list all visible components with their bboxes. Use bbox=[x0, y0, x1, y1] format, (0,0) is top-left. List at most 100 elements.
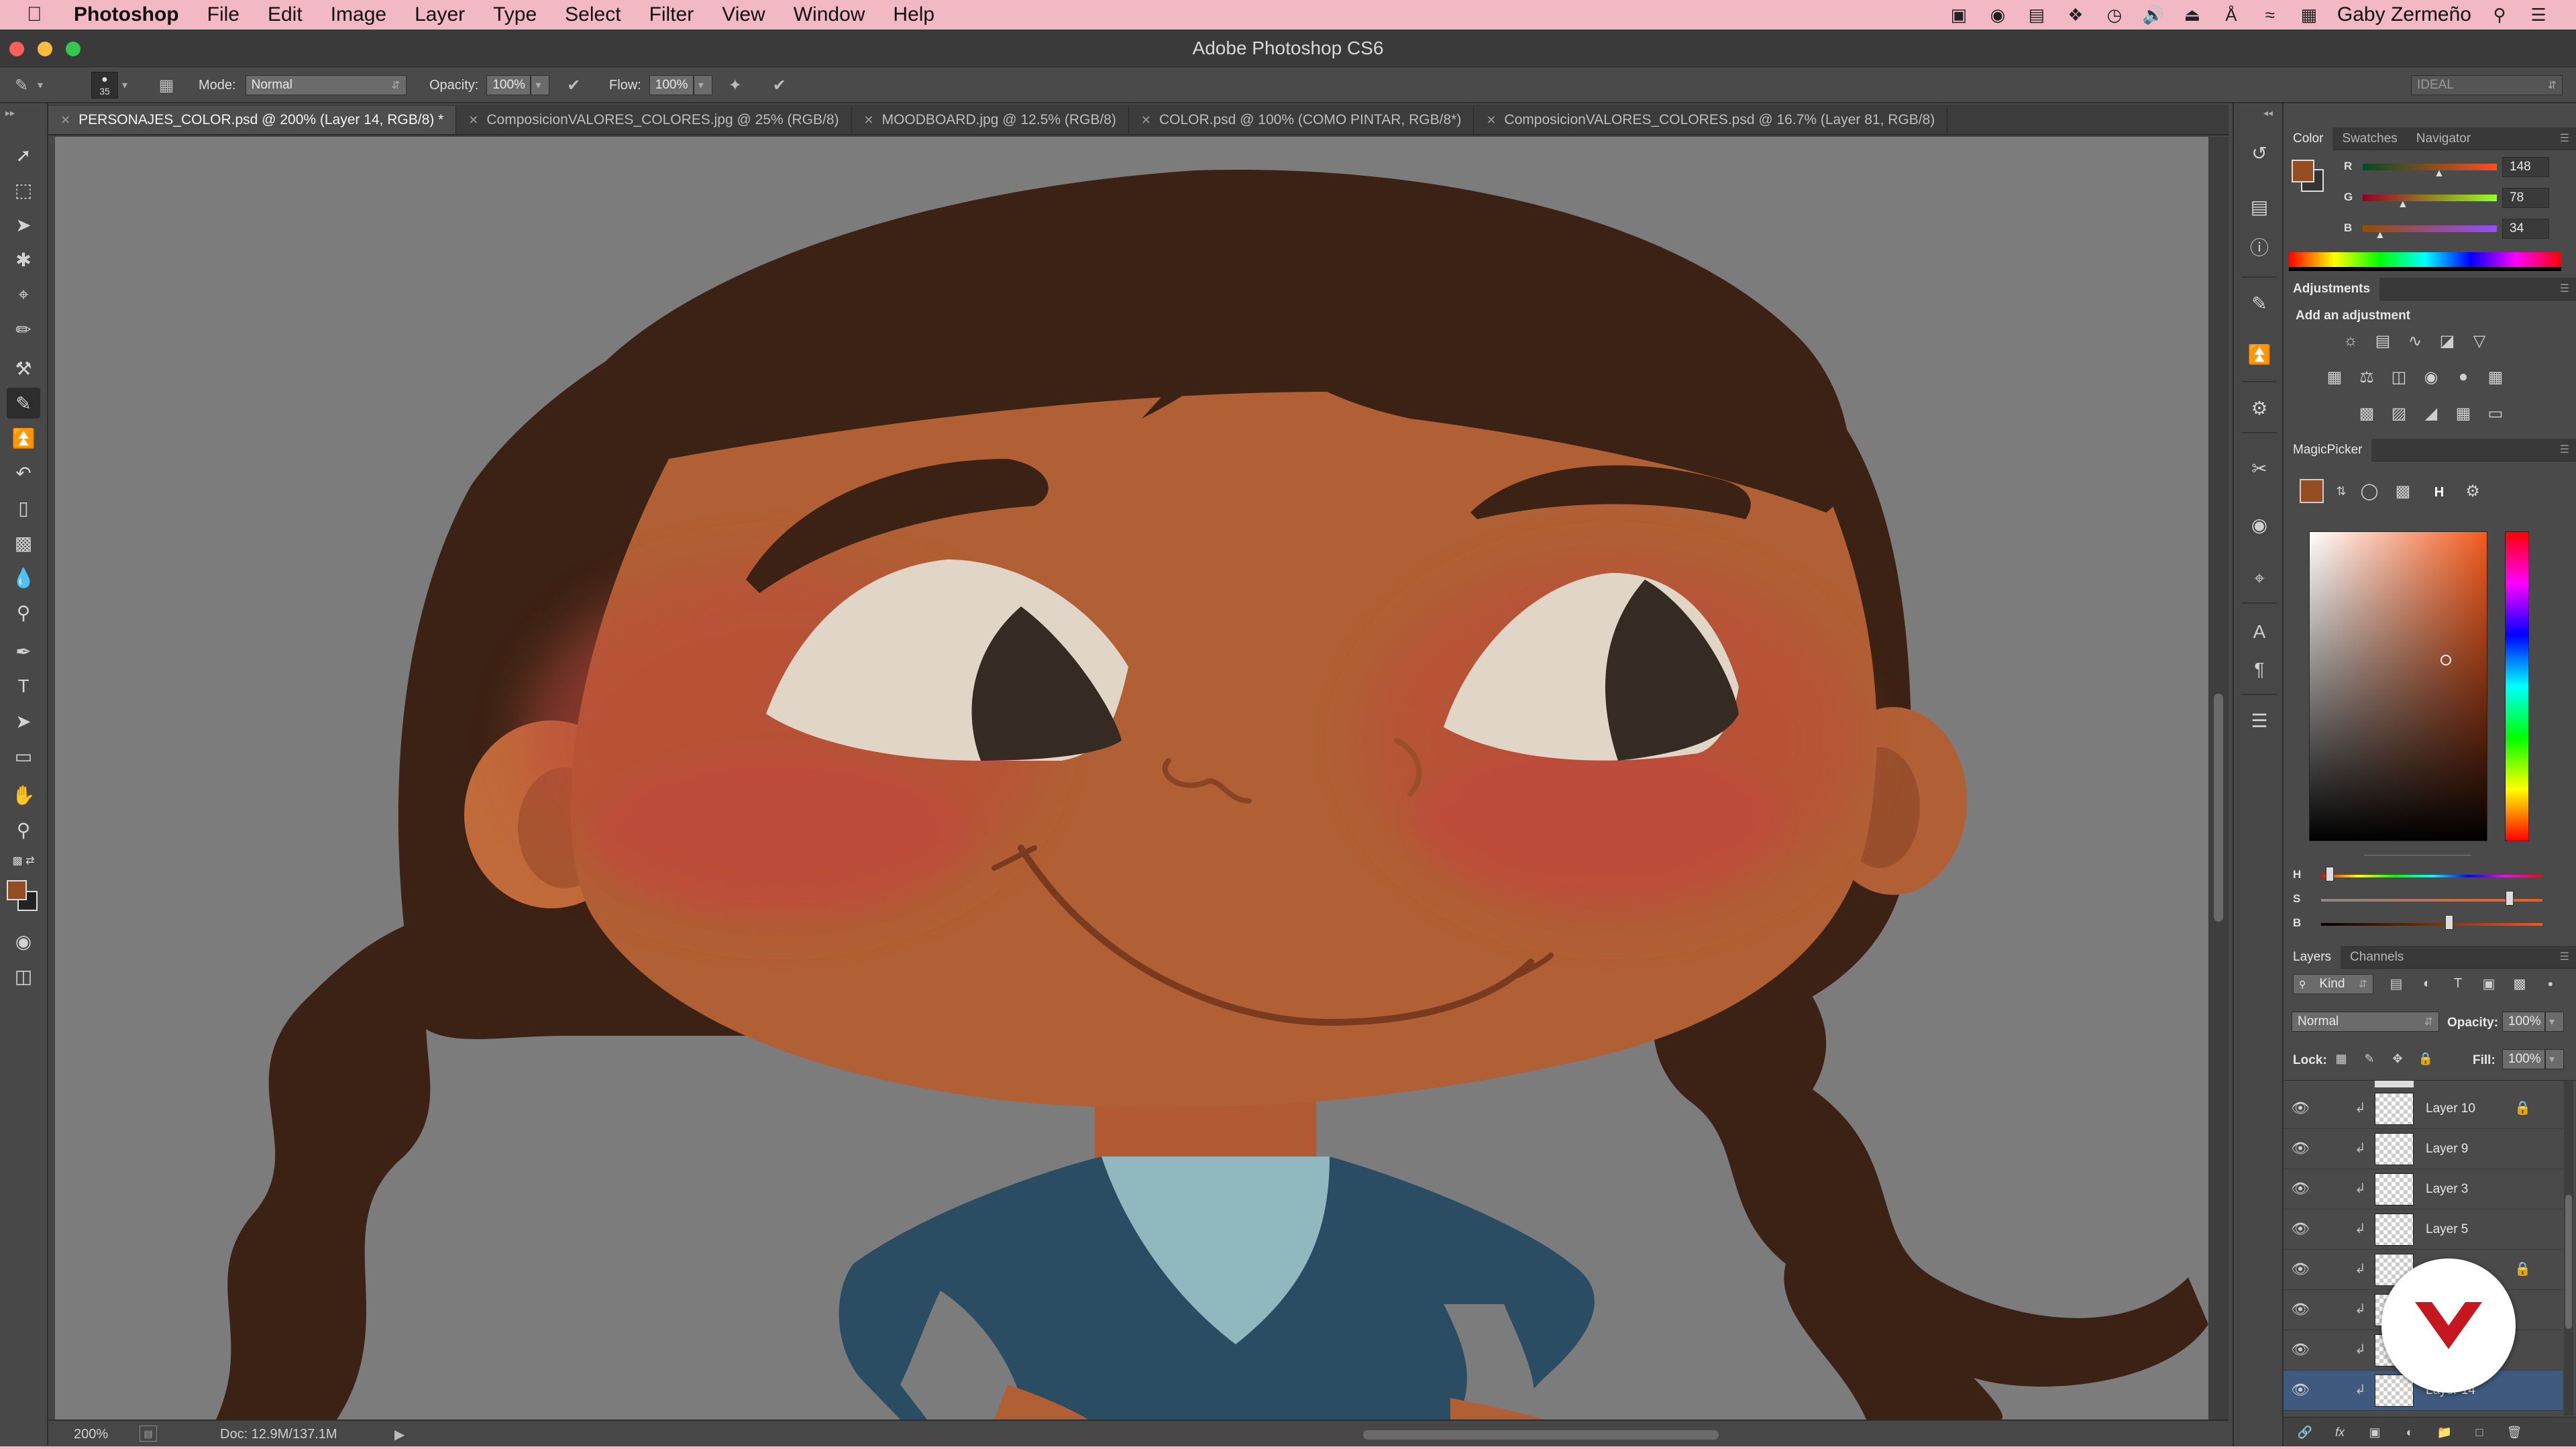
mode-select[interactable]: Normal ⇵ bbox=[245, 75, 407, 95]
hand-tool-icon[interactable]: ✋ bbox=[7, 780, 40, 810]
visibility-eye-icon[interactable]: 👁 bbox=[2290, 1099, 2310, 1118]
exposure-icon[interactable]: ◪ bbox=[2435, 329, 2459, 353]
calendar-icon[interactable]: ▦ bbox=[2298, 5, 2320, 25]
panel-menu-icon[interactable]: ☰ bbox=[2560, 443, 2569, 456]
color-wheel-icon[interactable]: ◯ bbox=[2357, 479, 2381, 503]
airbrush-icon[interactable]: ✦ bbox=[723, 73, 747, 97]
menu-view[interactable]: View bbox=[722, 3, 765, 26]
canvas-vertical-scrollbar[interactable] bbox=[2208, 137, 2229, 1419]
foreground-color-swatch[interactable] bbox=[7, 880, 27, 900]
screen-mode-icon[interactable]: ◫ bbox=[7, 961, 40, 991]
menu-help[interactable]: Help bbox=[893, 3, 934, 26]
new-group-icon[interactable]: 📁 bbox=[2432, 1420, 2457, 1444]
scissors-icon[interactable]: ✂ bbox=[2243, 452, 2275, 484]
visibility-eye-icon[interactable]: 👁 bbox=[2290, 1140, 2310, 1159]
gradient-map-icon[interactable]: ▭ bbox=[2483, 401, 2508, 425]
gradient-mode-icon[interactable]: ▩ bbox=[2391, 479, 2415, 503]
volume-icon[interactable]: 🔊 bbox=[2143, 5, 2164, 25]
magicpicker-swap-icon[interactable]: ⇅ bbox=[2329, 479, 2353, 503]
color-fg-swatch[interactable] bbox=[2292, 160, 2314, 182]
lock-position-icon[interactable]: ✥ bbox=[2385, 1046, 2410, 1071]
visibility-eye-icon[interactable]: 👁 bbox=[2290, 1301, 2310, 1320]
threshold-icon[interactable]: ◢ bbox=[2419, 401, 2443, 425]
picker-cursor[interactable] bbox=[2440, 655, 2451, 665]
magicpicker-fg-swatch[interactable] bbox=[2300, 479, 2324, 503]
layer-style-icon[interactable]: fx bbox=[2328, 1420, 2352, 1444]
mode-h-button[interactable]: H bbox=[2427, 480, 2451, 504]
opacity-dropdown[interactable]: ▾ bbox=[531, 75, 550, 95]
s-slider-handle[interactable] bbox=[2505, 891, 2514, 906]
visibility-eye-icon[interactable]: 👁 bbox=[2290, 1341, 2310, 1360]
r-value-field[interactable]: 148 bbox=[2502, 157, 2549, 177]
close-tab-icon[interactable]: ✕ bbox=[1141, 113, 1151, 127]
layers-scroll-thumb[interactable] bbox=[2565, 1195, 2572, 1329]
close-tab-icon[interactable]: ✕ bbox=[1486, 113, 1496, 127]
magic-wand-tool-icon[interactable]: ✱ bbox=[7, 244, 40, 275]
invert-icon[interactable]: ▩ bbox=[2355, 401, 2379, 425]
menu-layer[interactable]: Layer bbox=[415, 3, 465, 26]
new-adjustment-icon[interactable]: ◐ bbox=[2398, 1420, 2422, 1444]
brush-presets-icon[interactable]: ✎ bbox=[2243, 287, 2275, 319]
wifi-icon[interactable]: ≈ bbox=[2259, 5, 2281, 25]
status-menu-arrow-icon[interactable]: ▶ bbox=[394, 1426, 405, 1443]
lock-pixels-icon[interactable]: ✎ bbox=[2357, 1046, 2381, 1071]
layers-scrollbar[interactable] bbox=[2564, 1081, 2573, 1415]
h-slider[interactable] bbox=[2321, 875, 2542, 877]
character-panel-icon[interactable]: A bbox=[2243, 616, 2275, 648]
delete-layer-icon[interactable]: 🗑 bbox=[2502, 1420, 2526, 1444]
clone-stamp-tool-icon[interactable]: ⏫ bbox=[7, 423, 40, 453]
visibility-eye-icon[interactable]: 👁 bbox=[2290, 1220, 2310, 1239]
bluetooth-icon[interactable]: Å bbox=[2220, 5, 2242, 25]
record-icon[interactable]: ◉ bbox=[1987, 5, 2008, 25]
color-lookup-icon[interactable]: ▦ bbox=[2483, 365, 2508, 389]
doc-tab[interactable]: ✕ ComposicionVALORES_COLORES.psd @ 16.7% … bbox=[1474, 106, 1948, 134]
doc-tab[interactable]: ✕ ComposicionVALORES_COLORES.jpg @ 25% (R… bbox=[456, 106, 852, 134]
menu-file[interactable]: File bbox=[207, 3, 239, 26]
tab-swatches[interactable]: Swatches bbox=[2332, 127, 2406, 150]
fill-dropdown[interactable]: ▾ bbox=[2545, 1049, 2564, 1069]
pressure-opacity-icon[interactable]: ✔ bbox=[561, 73, 586, 97]
workspace-switcher[interactable]: IDEAL ⇵ bbox=[2411, 75, 2563, 95]
layer-row[interactable]: 👁 ↲ Layer 10 🔒 bbox=[2284, 1089, 2563, 1129]
layer-opacity-field[interactable]: 100% bbox=[2502, 1012, 2545, 1032]
spotlight-icon[interactable]: ⚲ bbox=[2489, 5, 2510, 25]
gradient-tool-icon[interactable]: ▩ bbox=[7, 527, 40, 558]
flow-field[interactable]: 100% bbox=[649, 75, 694, 95]
paths-panel-icon[interactable]: ⌖ bbox=[2243, 562, 2275, 594]
close-tab-icon[interactable]: ✕ bbox=[468, 113, 478, 127]
collapse-dock-icon[interactable]: ◂◂ bbox=[2263, 107, 2273, 119]
h-slider-handle[interactable] bbox=[2326, 867, 2334, 881]
close-tab-icon[interactable]: ✕ bbox=[60, 113, 70, 127]
history-panel-icon[interactable]: ↺ bbox=[2243, 137, 2275, 169]
menu-window[interactable]: Window bbox=[794, 3, 865, 26]
lock-all-icon[interactable]: 🔒 bbox=[2414, 1046, 2438, 1071]
visibility-eye-icon[interactable]: 👁 bbox=[2290, 1180, 2310, 1199]
default-colors-icon[interactable]: ▩ ⇄ bbox=[7, 851, 40, 871]
blur-tool-icon[interactable]: 💧 bbox=[7, 562, 40, 593]
tab-color[interactable]: Color bbox=[2284, 127, 2333, 150]
pen-tool-icon[interactable]: ✒ bbox=[7, 636, 40, 667]
menu-type[interactable]: Type bbox=[493, 3, 537, 26]
app-menu[interactable]: Photoshop bbox=[74, 3, 179, 26]
type-tool-icon[interactable]: T bbox=[7, 671, 40, 702]
vibrance-icon[interactable]: ▽ bbox=[2467, 329, 2491, 353]
brush-panel-toggle[interactable]: ▦ bbox=[154, 74, 178, 97]
panel-menu-icon[interactable]: ☰ bbox=[2560, 131, 2569, 145]
channel-mixer-icon[interactable]: ● bbox=[2451, 365, 2475, 389]
brush-tool-icon[interactable]: ✎ bbox=[7, 388, 40, 419]
scroll-thumb[interactable] bbox=[2214, 694, 2223, 922]
brightness-contrast-icon[interactable]: ☼ bbox=[2339, 329, 2363, 353]
levels-icon[interactable]: ▤ bbox=[2371, 329, 2395, 353]
doc-tab[interactable]: ✕ PERSONAJES_COLOR.psd @ 200% (Layer 14, … bbox=[48, 106, 457, 134]
link-layers-icon[interactable]: 🔗 bbox=[2293, 1420, 2317, 1444]
clock-icon[interactable]: ◷ bbox=[2104, 5, 2125, 25]
apple-icon[interactable]:  bbox=[27, 3, 47, 26]
visibility-eye-icon[interactable]: 👁 bbox=[2290, 1260, 2310, 1279]
panel-menu-icon[interactable]: ☰ bbox=[2560, 282, 2569, 295]
hue-strip[interactable] bbox=[2505, 531, 2529, 841]
collapse-toolbar-icon[interactable]: ▸▸ bbox=[5, 107, 15, 119]
eraser-tool-icon[interactable]: ▯ bbox=[7, 492, 40, 523]
visibility-eye-icon[interactable]: 👁 bbox=[2290, 1381, 2310, 1400]
marquee-tool-icon[interactable]: ⬚ bbox=[7, 174, 40, 205]
filter-smart-object-icon[interactable]: ▩ bbox=[2508, 971, 2532, 996]
